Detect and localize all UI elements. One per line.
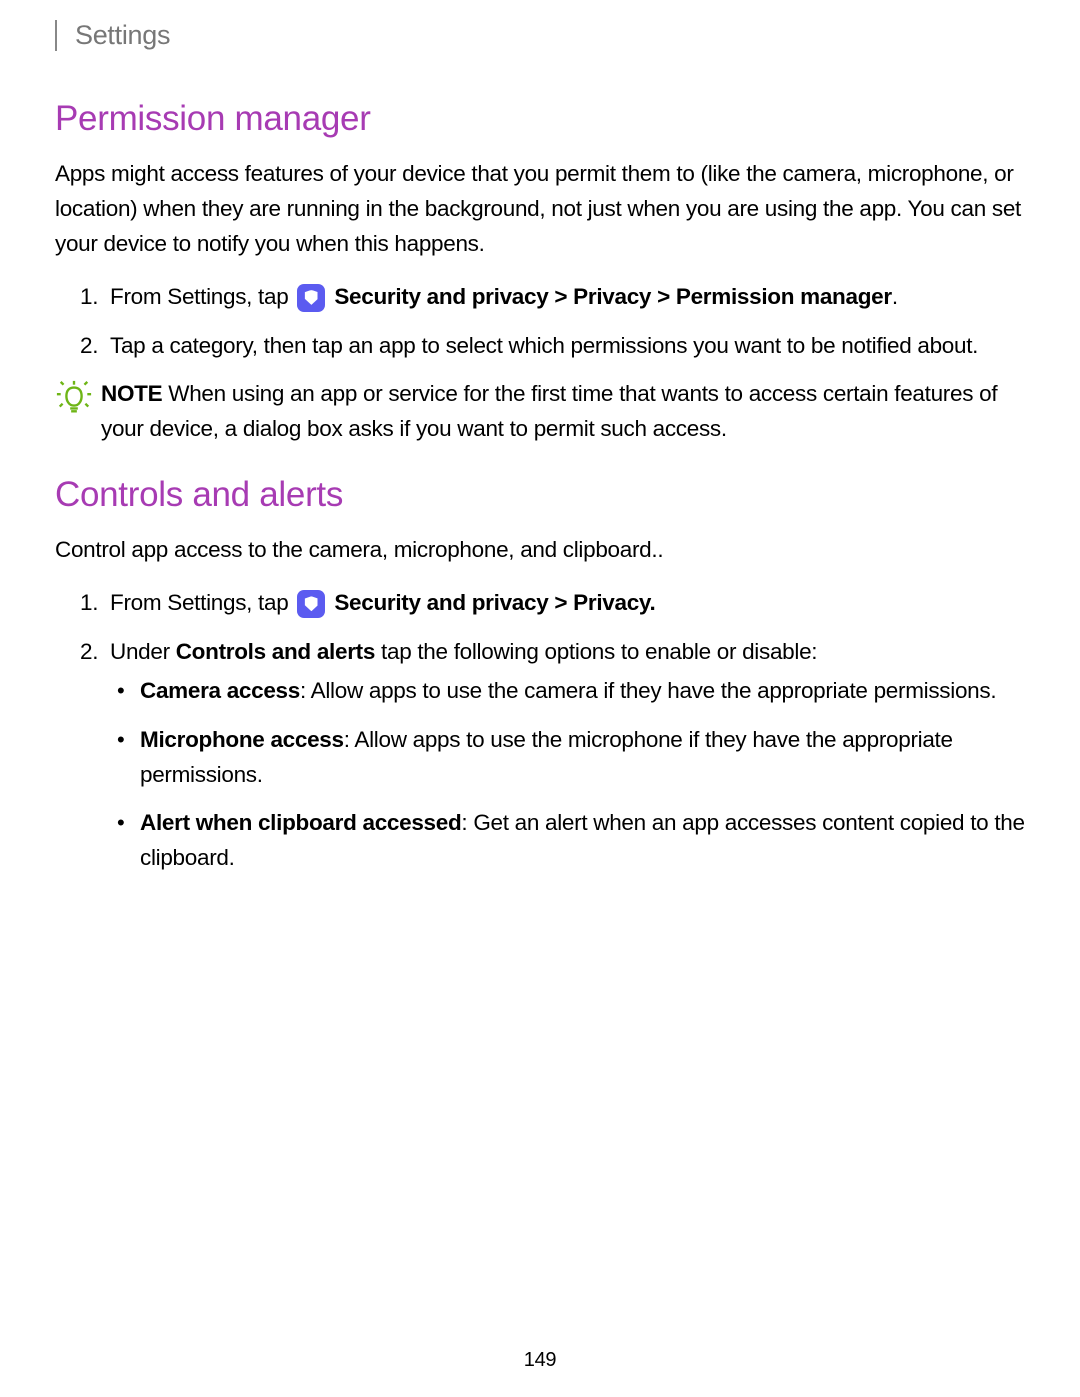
step-text: From Settings, tap bbox=[110, 590, 294, 615]
permission-step-1: From Settings, tap Security and privacy … bbox=[55, 280, 1025, 315]
step-suffix: . bbox=[892, 284, 898, 309]
header-title: Settings bbox=[75, 20, 1025, 51]
permission-manager-steps: From Settings, tap Security and privacy … bbox=[55, 280, 1025, 364]
note-body: When using an app or service for the fir… bbox=[101, 381, 997, 441]
controls-step-2: Under Controls and alerts tap the follow… bbox=[55, 635, 1025, 876]
controls-alerts-steps: From Settings, tap Security and privacy … bbox=[55, 586, 1025, 876]
note-text-container: NOTE When using an app or service for th… bbox=[101, 377, 1025, 447]
bullet-label: Alert when clipboard accessed bbox=[140, 810, 461, 835]
controls-bullets: Camera access: Allow apps to use the cam… bbox=[110, 674, 1025, 876]
note-label: NOTE bbox=[101, 381, 162, 406]
step-bold: Controls and alerts bbox=[176, 639, 375, 664]
permission-manager-intro: Apps might access features of your devic… bbox=[55, 157, 1025, 262]
header-section: Settings bbox=[55, 20, 1025, 51]
lightbulb-icon bbox=[55, 379, 93, 417]
step-suffix: tap the following options to enable or d… bbox=[375, 639, 817, 664]
controls-step-1: From Settings, tap Security and privacy … bbox=[55, 586, 1025, 621]
step-text: From Settings, tap bbox=[110, 284, 294, 309]
bullet-label: Camera access bbox=[140, 678, 300, 703]
section-heading-controls-alerts: Controls and alerts bbox=[55, 475, 1025, 515]
bullet-microphone: Microphone access: Allow apps to use the… bbox=[110, 723, 1025, 793]
section-heading-permission-manager: Permission manager bbox=[55, 99, 1025, 139]
note-block: NOTE When using an app or service for th… bbox=[55, 377, 1025, 447]
step-path: Security and privacy > Privacy. bbox=[328, 590, 655, 615]
step-path: Security and privacy > Privacy > Permiss… bbox=[328, 284, 891, 309]
controls-alerts-intro: Control app access to the camera, microp… bbox=[55, 533, 1025, 568]
page-number: 149 bbox=[0, 1349, 1080, 1372]
shield-icon bbox=[297, 284, 325, 312]
bullet-text: : Allow apps to use the camera if they h… bbox=[300, 678, 996, 703]
permission-step-2: Tap a category, then tap an app to selec… bbox=[55, 329, 1025, 364]
bullet-camera: Camera access: Allow apps to use the cam… bbox=[110, 674, 1025, 709]
bullet-label: Microphone access bbox=[140, 727, 344, 752]
shield-icon bbox=[297, 590, 325, 618]
step-prefix: Under bbox=[110, 639, 176, 664]
bullet-clipboard: Alert when clipboard accessed: Get an al… bbox=[110, 806, 1025, 876]
